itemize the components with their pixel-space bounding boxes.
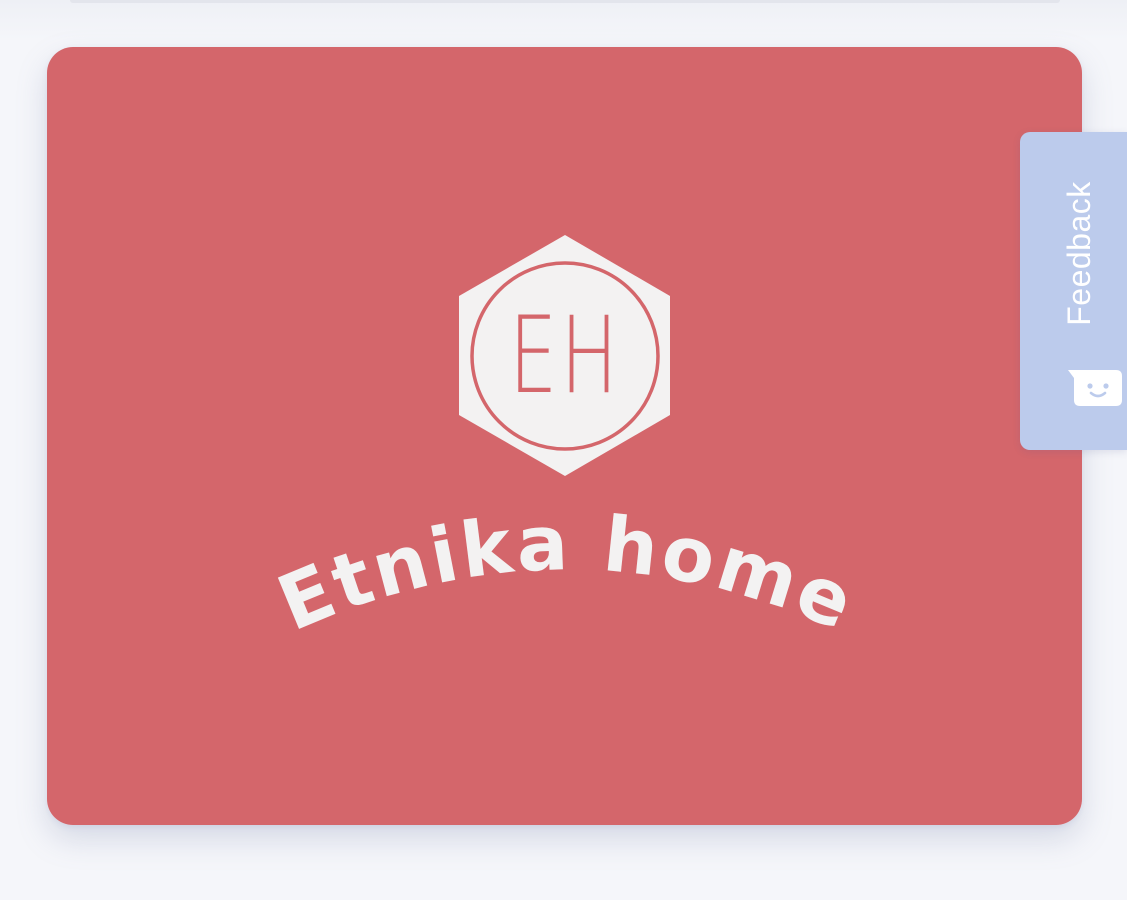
logo-monogram: EH — [509, 293, 621, 417]
feedback-tab[interactable]: Feedback — [1020, 132, 1127, 450]
page: EH Etnika home Feedback — [0, 0, 1127, 900]
top-divider — [70, 0, 1060, 3]
smiley-chat-icon — [1068, 370, 1122, 406]
logo-image: EH Etnika home — [47, 47, 1082, 825]
feedback-label-wrap: Feedback — [1060, 168, 1098, 338]
feedback-label: Feedback — [1060, 180, 1097, 326]
